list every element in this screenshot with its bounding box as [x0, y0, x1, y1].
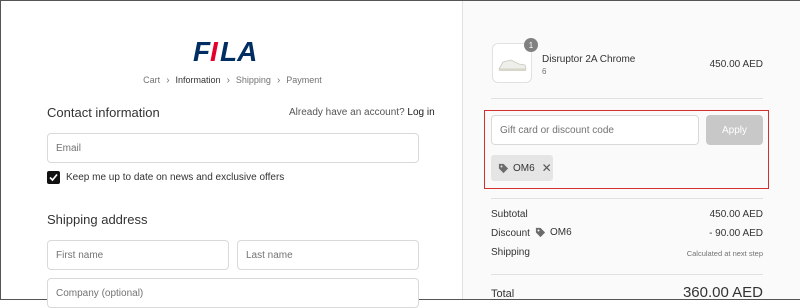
- shipping-label: Shipping: [491, 247, 530, 258]
- close-icon[interactable]: ✕: [542, 161, 552, 175]
- fila-logo[interactable]: F I LA: [193, 36, 273, 64]
- subtotal-value: 450.00 AED: [709, 209, 763, 220]
- first-name-placeholder: First name: [56, 249, 104, 261]
- apply-button[interactable]: Apply: [706, 115, 763, 145]
- tag-icon: [498, 163, 509, 173]
- breadcrumb-information: Information: [175, 75, 221, 85]
- last-name-placeholder: Last name: [246, 249, 293, 261]
- account-prompt-text: Already have an account?: [289, 107, 405, 118]
- total-value: 360.00 AED: [682, 284, 763, 301]
- breadcrumb: Cart › Information › Shipping › Payment: [0, 75, 465, 86]
- contact-heading: Contact information: [47, 105, 160, 120]
- applied-discount-tag: OM6 ✕: [491, 155, 553, 181]
- product-name: Disruptor 2A Chrome: [542, 54, 636, 65]
- tag-icon: [535, 227, 546, 238]
- product-price: 450.00 AED: [709, 59, 763, 70]
- first-name-field[interactable]: First name: [47, 240, 229, 270]
- discount-code-input[interactable]: Gift card or discount code: [491, 115, 699, 145]
- svg-text:I: I: [210, 36, 219, 64]
- discount-code-display: OM6: [535, 227, 572, 238]
- summary-discount-code: OM6: [550, 227, 572, 238]
- discount-code-placeholder: Gift card or discount code: [500, 124, 614, 136]
- chevron-right-icon: ›: [166, 75, 170, 86]
- quantity-badge: 1: [524, 38, 538, 52]
- checkmark-icon: [49, 173, 58, 182]
- last-name-field[interactable]: Last name: [237, 240, 419, 270]
- chevron-right-icon: ›: [276, 75, 281, 86]
- svg-text:LA: LA: [220, 36, 257, 64]
- login-link[interactable]: Log in: [407, 107, 434, 118]
- newsletter-label: Keep me up to date on news and exclusive…: [66, 172, 285, 183]
- divider: [491, 274, 763, 275]
- discount-label: Discount: [491, 228, 530, 239]
- email-field[interactable]: Email: [47, 133, 419, 163]
- company-field[interactable]: Company (optional): [47, 278, 419, 308]
- breadcrumb-shipping: Shipping: [235, 75, 271, 85]
- divider: [491, 198, 763, 199]
- newsletter-checkbox[interactable]: [47, 171, 60, 184]
- shipping-value: Calculated at next step: [686, 249, 763, 258]
- divider: [491, 98, 763, 99]
- total-label: Total: [491, 288, 515, 300]
- applied-code: OM6: [513, 162, 535, 174]
- company-placeholder: Company (optional): [56, 288, 144, 299]
- breadcrumb-payment: Payment: [286, 75, 322, 85]
- account-prompt: Already have an account? Log in: [289, 107, 435, 118]
- svg-text:F: F: [193, 36, 211, 64]
- email-placeholder: Email: [56, 142, 82, 154]
- chevron-right-icon: ›: [226, 75, 230, 86]
- breadcrumb-cart[interactable]: Cart: [143, 75, 160, 85]
- subtotal-label: Subtotal: [491, 209, 528, 220]
- discount-value: - 90.00 AED: [709, 228, 763, 239]
- product-variant: 6: [542, 67, 547, 76]
- shipping-heading: Shipping address: [47, 212, 148, 227]
